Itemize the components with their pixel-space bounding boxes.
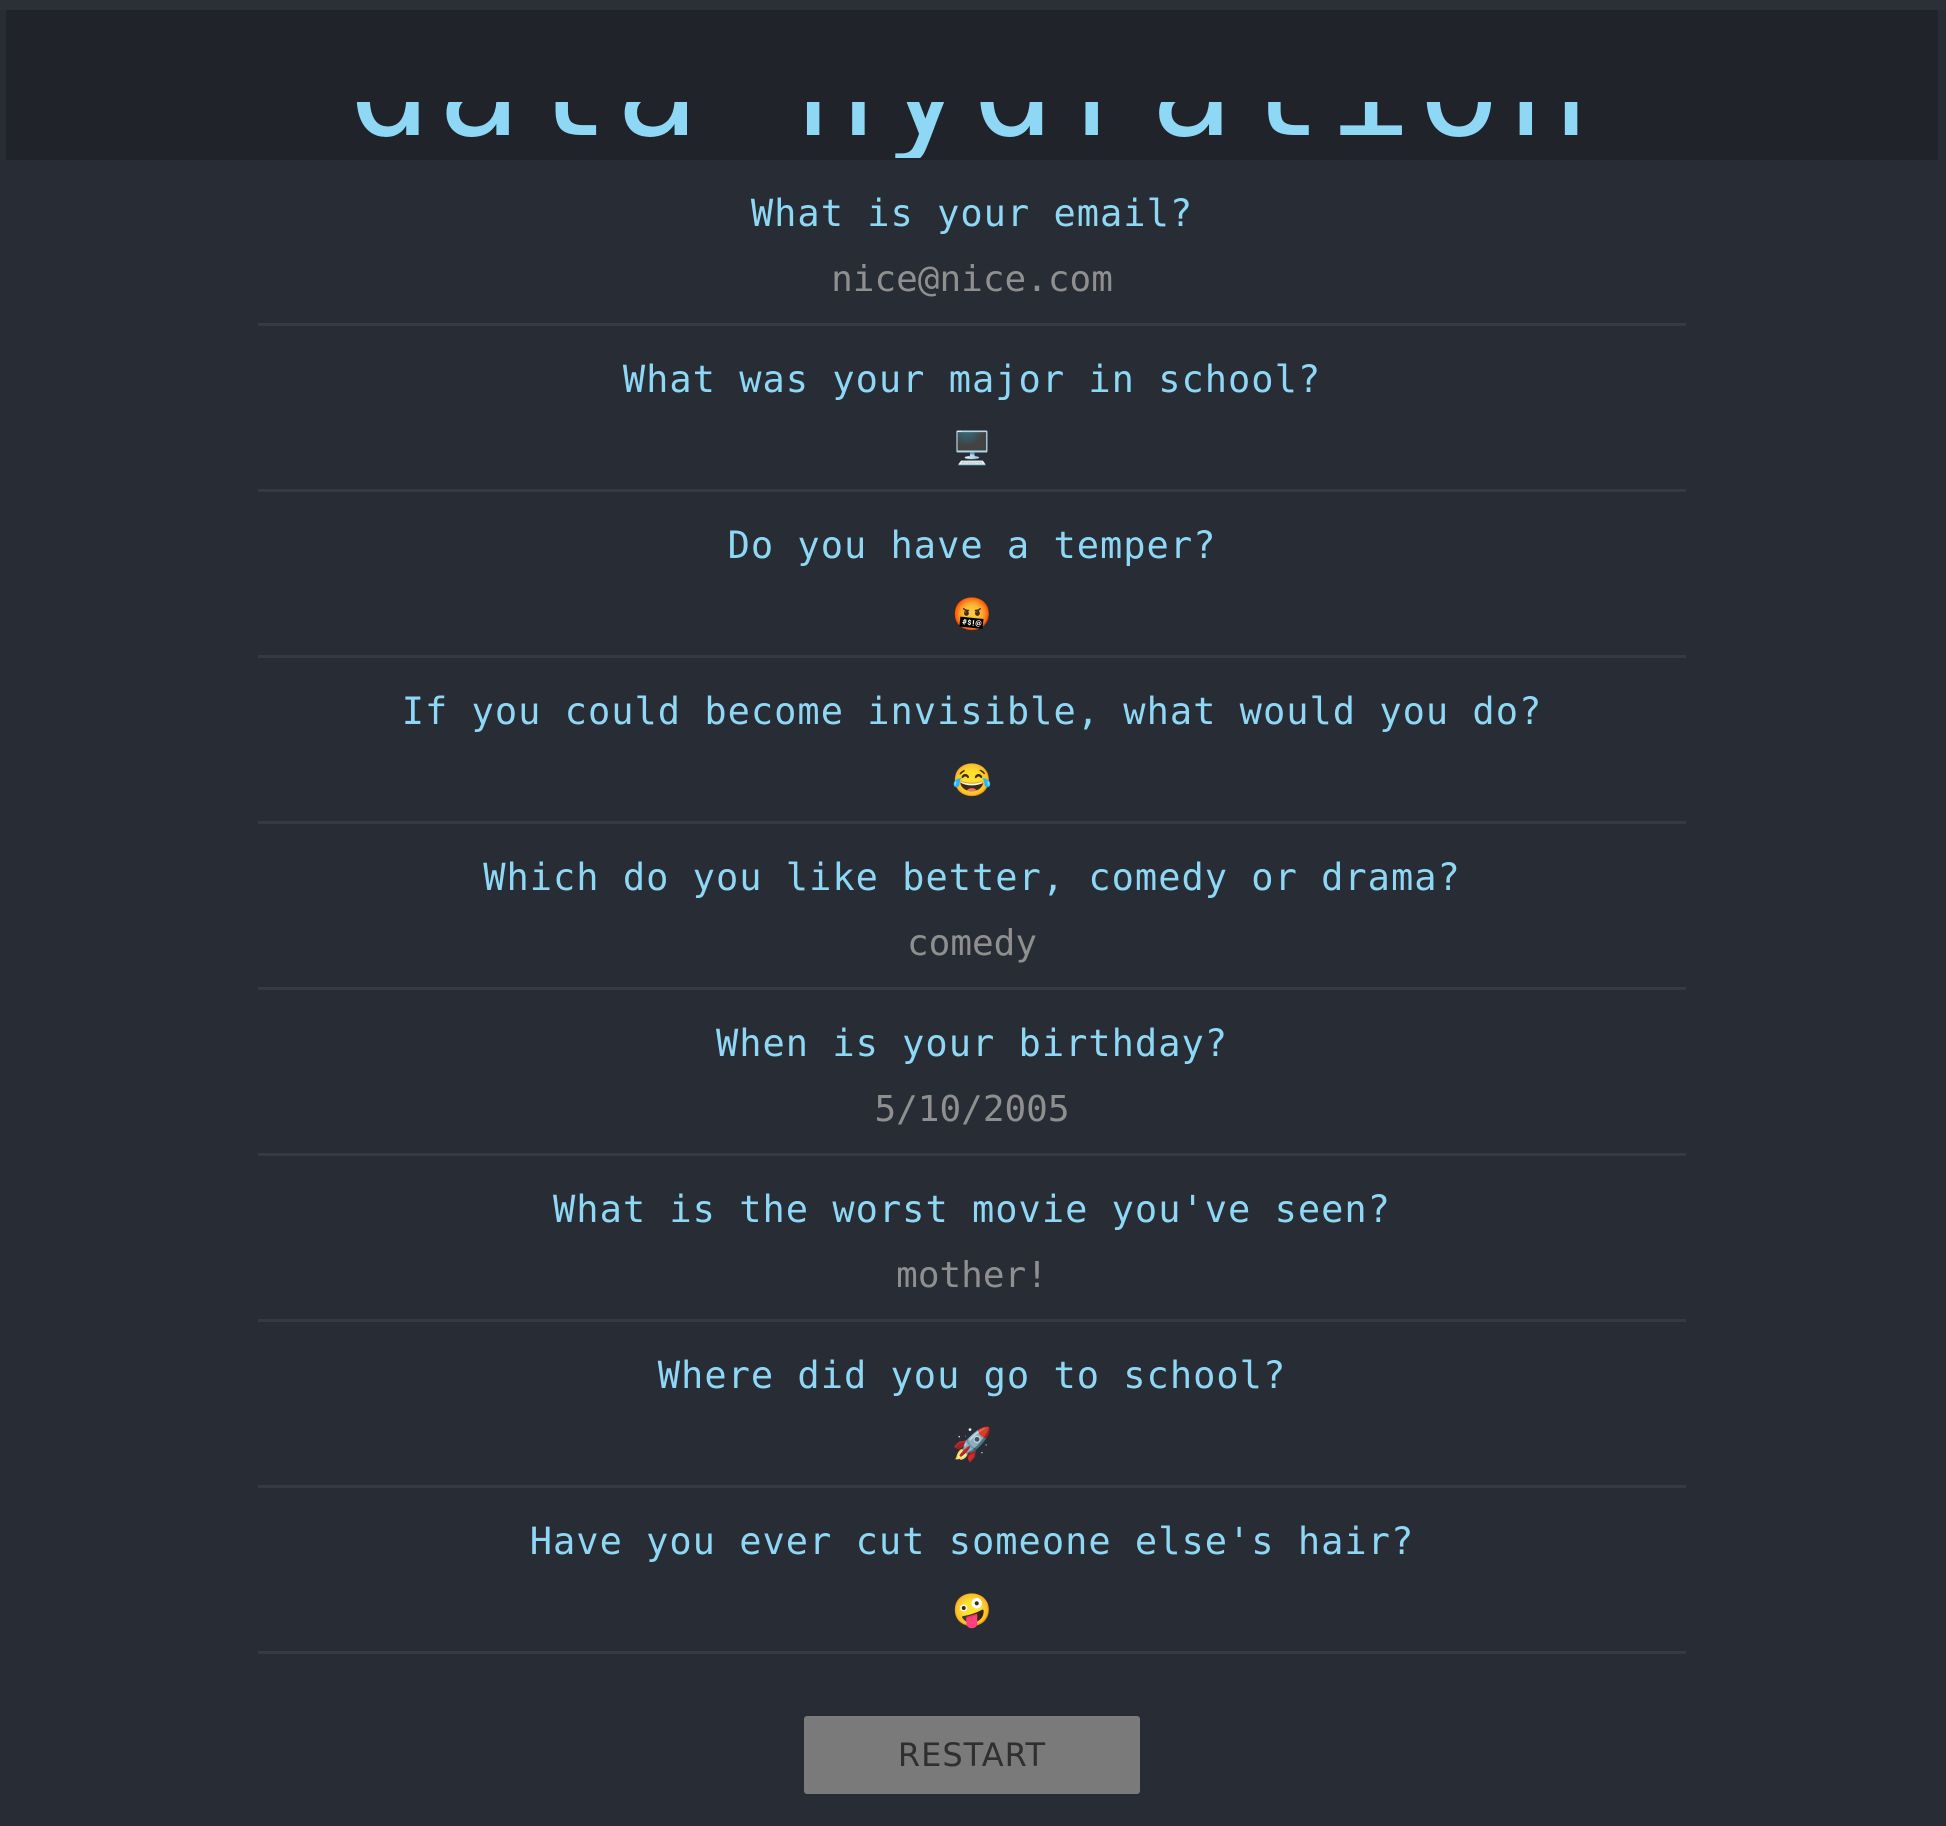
- question-text: Which do you like better, comedy or dram…: [483, 856, 1461, 899]
- question-text: What is your email?: [750, 192, 1194, 235]
- question-list: What is your email? nice@nice.com What w…: [258, 160, 1686, 1654]
- question-item: When is your birthday? 5/10/2005: [258, 990, 1686, 1156]
- question-item: What is the worst movie you've seen? mot…: [258, 1156, 1686, 1322]
- question-text: What is the worst movie you've seen?: [553, 1188, 1391, 1231]
- answer-text: comedy: [906, 923, 1038, 964]
- question-item: Do you have a temper? 🤬: [258, 492, 1686, 658]
- page-title: data hydration data hydration: [348, 18, 1595, 160]
- answer-emoji: 🖥️: [952, 429, 992, 467]
- question-item: Which do you like better, comedy or dram…: [258, 824, 1686, 990]
- answer-emoji: 🤪: [952, 1591, 992, 1629]
- title-wrap: data hydration data hydration: [6, 18, 1938, 160]
- answer-emoji: 🤬: [952, 595, 992, 633]
- answer-emoji: 😂: [952, 761, 992, 799]
- question-text: Do you have a temper?: [727, 524, 1217, 567]
- page-title-fill: data hydration: [348, 10, 1596, 160]
- question-item: Have you ever cut someone else's hair? 🤪: [258, 1488, 1686, 1654]
- question-text: When is your birthday?: [715, 1022, 1229, 1065]
- app-header: data hydration data hydration: [6, 10, 1938, 160]
- answer-text: nice@nice.com: [831, 259, 1113, 300]
- question-text: What was your major in school?: [622, 358, 1322, 401]
- divider: [258, 1651, 1686, 1654]
- question-text: If you could become invisible, what woul…: [401, 690, 1543, 733]
- answer-text: 5/10/2005: [874, 1089, 1070, 1130]
- question-item: What was your major in school? 🖥️: [258, 326, 1686, 492]
- question-item: Where did you go to school? 🚀: [258, 1322, 1686, 1488]
- question-item: What is your email? nice@nice.com: [258, 160, 1686, 326]
- top-strip: [0, 0, 1946, 10]
- answer-text: mother!: [896, 1255, 1048, 1296]
- question-text: Where did you go to school?: [657, 1354, 1287, 1397]
- answer-emoji: 🚀: [952, 1425, 992, 1463]
- question-item: If you could become invisible, what woul…: [258, 658, 1686, 824]
- restart-button[interactable]: RESTART: [804, 1716, 1140, 1794]
- question-text: Have you ever cut someone else's hair?: [529, 1520, 1415, 1563]
